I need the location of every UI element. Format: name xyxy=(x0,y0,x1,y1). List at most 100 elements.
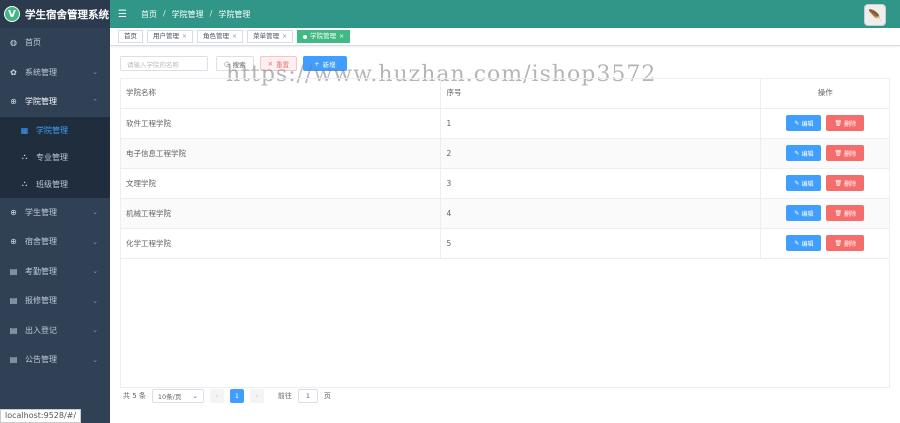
breadcrumb-item: 学院管理 xyxy=(218,9,251,19)
add-button[interactable]: + 新增 xyxy=(303,56,347,71)
cell-name: 软件工程学院 xyxy=(120,108,441,139)
submenu-item-major-manage[interactable]: ⛬ 专业管理 xyxy=(0,144,110,171)
edit-icon: ✎ xyxy=(794,119,800,127)
tag-menu[interactable]: 菜单管理 × xyxy=(247,30,294,43)
goto-page-input[interactable]: 1 xyxy=(297,389,318,403)
delete-button[interactable]: 🗑 删除 xyxy=(826,115,865,131)
trash-icon: 🗑 xyxy=(834,179,843,187)
close-icon[interactable]: × xyxy=(232,31,237,42)
cell-name: 电子信息工程学院 xyxy=(120,138,441,169)
column-header-order: 序号 xyxy=(440,78,761,109)
delete-button[interactable]: 🗑 删除 xyxy=(826,205,865,221)
trash-icon: 🗑 xyxy=(834,209,843,217)
tag-label: 菜单管理 xyxy=(253,32,280,40)
sidebar-item-home[interactable]: ◍ 首页 xyxy=(0,28,110,58)
edit-icon: ✎ xyxy=(794,209,800,217)
sidebar-item-access[interactable]: ▤ 出入登记 ⌄ xyxy=(0,316,110,346)
pagination: 共 5 条 10条/页 ⌄ ‹ 1 › 前往 1 页 xyxy=(123,389,331,403)
table-row: 电子信息工程学院 2 ✎ 编辑 🗑 删除 xyxy=(120,138,890,169)
edit-button[interactable]: ✎ 编辑 xyxy=(786,145,822,161)
tag-college[interactable]: 学院管理 × xyxy=(297,30,351,43)
close-icon: ✕ xyxy=(267,59,274,68)
reset-button[interactable]: ✕ 重置 xyxy=(259,56,298,71)
column-header-name: 学院名称 xyxy=(120,78,441,109)
edit-label: 编辑 xyxy=(801,210,814,218)
cell-ops: ✎ 编辑 🗑 删除 xyxy=(760,168,890,199)
page-number-button[interactable]: 1 xyxy=(229,389,244,403)
submenu-item-college-manage[interactable]: ▦ 学院管理 xyxy=(0,117,110,144)
delete-button[interactable]: 🗑 删除 xyxy=(826,175,865,191)
submenu-item-class-manage[interactable]: ⛬ 班级管理 xyxy=(0,171,110,198)
breadcrumb-item[interactable]: 学院管理 xyxy=(172,9,204,20)
edit-button[interactable]: ✎ 编辑 xyxy=(786,235,822,251)
goto-label: 前往 xyxy=(277,392,292,400)
plus-circle-icon: ⊕ xyxy=(10,97,17,107)
chevron-down-icon: ⌄ xyxy=(92,68,98,77)
cell-name: 机械工程学院 xyxy=(120,198,441,229)
delete-button[interactable]: 🗑 删除 xyxy=(826,145,865,161)
sidebar-item-notice[interactable]: ▤ 公告管理 ⌄ xyxy=(0,345,110,375)
sidebar-item-attendance[interactable]: ▤ 考勤管理 ⌄ xyxy=(0,257,110,287)
table-header-row: 学院名称 序号 操作 xyxy=(120,78,890,109)
add-button-label: 新增 xyxy=(322,60,336,69)
sidebar: V 学生宿舍管理系统 ◍ 首页 ✿ 系统管理 ⌄ ⊕ 学院管理 ⌃ ▦ 学院管理… xyxy=(0,0,110,423)
close-icon[interactable]: × xyxy=(182,31,187,42)
edit-button[interactable]: ✎ 编辑 xyxy=(786,115,822,131)
toolbar: 请输入学院的名称 ○ 搜索 ✕ 重置 + 新增 xyxy=(120,56,347,71)
next-page-button[interactable]: › xyxy=(249,389,264,403)
edit-button[interactable]: ✎ 编辑 xyxy=(786,175,822,191)
sidebar-item-label: 出入登记 xyxy=(25,325,57,335)
tag-role[interactable]: 角色管理 × xyxy=(197,30,244,43)
cell-order: 2 xyxy=(440,138,761,169)
breadcrumb: 首页 / 学院管理 / 学院管理 xyxy=(141,9,250,20)
breadcrumb-item[interactable]: 首页 xyxy=(141,9,157,20)
delete-button[interactable]: 🗑 删除 xyxy=(826,235,865,251)
column-header-ops: 操作 xyxy=(760,78,890,109)
search-button[interactable]: ○ 搜索 xyxy=(216,56,254,71)
edit-icon: ✎ xyxy=(794,179,800,187)
avatar[interactable]: 🪶 xyxy=(864,4,886,26)
sidebar-item-student[interactable]: ⊕ 学生管理 ⌄ xyxy=(0,198,110,228)
cell-order: 3 xyxy=(440,168,761,199)
tag-label: 学院管理 xyxy=(310,32,337,40)
cell-name: 文理学院 xyxy=(120,168,441,199)
sidebar-item-system[interactable]: ✿ 系统管理 ⌄ xyxy=(0,58,110,88)
user-avatar-icon: 🪶 xyxy=(868,8,882,22)
sidebar-item-college[interactable]: ⊕ 学院管理 ⌃ xyxy=(0,87,110,117)
table-icon: ▤ xyxy=(9,325,18,335)
edit-label: 编辑 xyxy=(801,240,814,248)
table-row: 化学工程学院 5 ✎ 编辑 🗑 删除 xyxy=(120,228,890,259)
close-icon[interactable]: × xyxy=(282,31,287,42)
search-icon: ○ xyxy=(224,59,230,68)
prev-page-button[interactable]: ‹ xyxy=(209,389,224,403)
college-table: 学院名称 序号 操作 软件工程学院 1 ✎ 编辑 🗑 删除 电子信息工程学院 2 ✎… xyxy=(120,78,890,259)
search-button-label: 搜索 xyxy=(232,60,246,69)
chevron-down-icon: ⌄ xyxy=(92,355,98,364)
tag-home[interactable]: 首页 xyxy=(118,30,143,43)
cell-order: 4 xyxy=(440,198,761,229)
tree-icon: ⛬ xyxy=(21,152,28,161)
search-input[interactable]: 请输入学院的名称 xyxy=(120,56,208,71)
table-icon: ▤ xyxy=(9,355,18,365)
vue-logo-icon: V xyxy=(4,6,20,22)
sidebar-item-label: 报修管理 xyxy=(25,296,57,306)
cell-ops: ✎ 编辑 🗑 删除 xyxy=(760,198,890,229)
page-size-select[interactable]: 10条/页 ⌄ xyxy=(151,389,204,403)
sidebar-item-label: 系统管理 xyxy=(25,67,57,77)
edit-button[interactable]: ✎ 编辑 xyxy=(786,205,822,221)
sidebar-item-label: 首页 xyxy=(25,38,41,48)
topbar: ☰ 首页 / 学院管理 / 学院管理 🪶 xyxy=(110,0,900,28)
cell-name: 化学工程学院 xyxy=(120,228,441,259)
tag-user[interactable]: 用户管理 × xyxy=(147,30,194,43)
sidebar-item-label: 宿舍管理 xyxy=(25,237,57,247)
delete-label: 删除 xyxy=(844,180,857,188)
chevron-up-icon: ⌃ xyxy=(92,97,98,106)
edit-label: 编辑 xyxy=(801,120,814,128)
cell-order: 5 xyxy=(440,228,761,259)
hamburger-icon[interactable]: ☰ xyxy=(118,9,127,20)
sidebar-item-dorm[interactable]: ⊕ 宿舍管理 ⌄ xyxy=(0,227,110,257)
sidebar-item-label: 考勤管理 xyxy=(25,266,57,276)
close-icon[interactable]: × xyxy=(339,31,344,42)
sidebar-item-repair[interactable]: ▤ 报修管理 ⌄ xyxy=(0,286,110,316)
plus-circle-icon: ⊕ xyxy=(10,207,17,217)
